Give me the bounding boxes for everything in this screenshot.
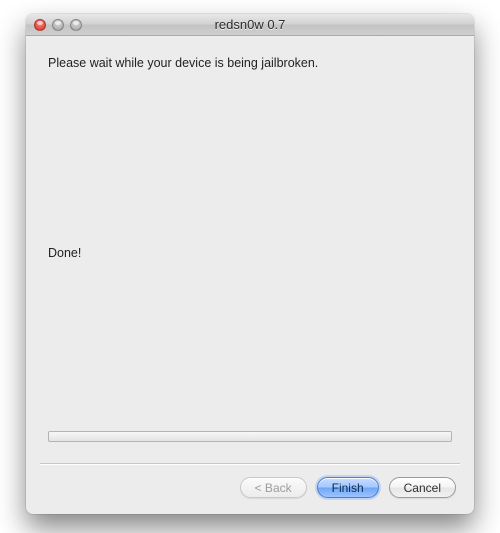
window-content: Please wait while your device is being j… (26, 36, 474, 514)
app-window: redsn0w 0.7 Please wait while your devic… (26, 14, 474, 514)
button-row: < Back Finish Cancel (240, 477, 456, 498)
traffic-lights (26, 19, 82, 31)
progress-bar (48, 431, 452, 442)
window-title: redsn0w 0.7 (26, 17, 474, 32)
zoom-icon (70, 19, 82, 31)
instruction-text: Please wait while your device is being j… (48, 56, 452, 70)
cancel-button[interactable]: Cancel (389, 477, 456, 498)
close-icon[interactable] (34, 19, 46, 31)
minimize-icon (52, 19, 64, 31)
titlebar[interactable]: redsn0w 0.7 (26, 14, 474, 36)
divider (40, 463, 460, 464)
status-text: Done! (48, 246, 81, 260)
back-button: < Back (240, 477, 307, 498)
finish-button[interactable]: Finish (317, 477, 379, 498)
